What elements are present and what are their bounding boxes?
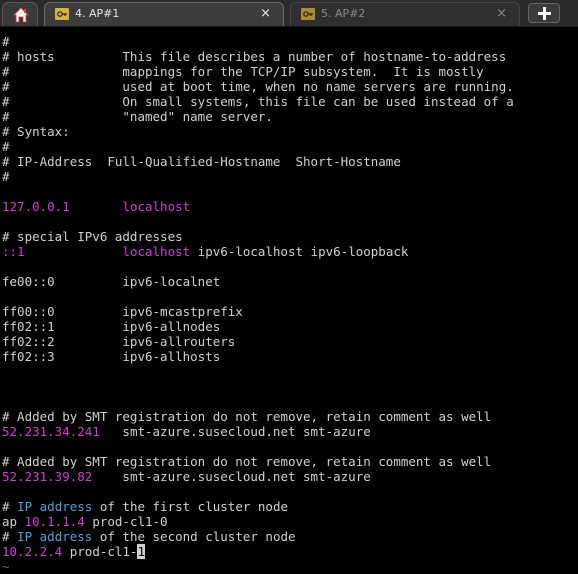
new-tab-button[interactable] [528, 3, 560, 23]
line-segment [70, 199, 123, 214]
line-segment: IP address [17, 499, 93, 514]
terminal-line: # "named" name server. [2, 109, 578, 124]
line-segment: prod-cl1- [62, 544, 138, 559]
line-segment: # On small systems, this file can be use… [2, 94, 514, 109]
line-segment: # special IPv6 addresses [2, 229, 183, 244]
line-segment: localhost [122, 199, 191, 214]
line-segment: # [2, 499, 18, 514]
terminal-line: ~ [2, 559, 578, 574]
terminal-line: # Added by SMT registration do not remov… [2, 454, 578, 469]
terminal-line: fe00::0 ipv6-localnet [2, 274, 578, 289]
terminal-line: # Syntax: [2, 124, 578, 139]
terminal-line: ::1 localhost ipv6-localhost ipv6-loopba… [2, 244, 578, 259]
line-segment: # used at boot time, when no name server… [2, 79, 514, 94]
line-segment: # [2, 529, 18, 544]
line-segment: 52.231.34.241 [2, 424, 100, 439]
line-segment: # [2, 34, 10, 49]
line-segment: localhost [122, 244, 191, 259]
home-icon [13, 7, 29, 23]
terminal-line: ff00::0 ipv6-mcastprefix [2, 304, 578, 319]
terminal-line: 10.2.2.4 prod-cl1-1 [2, 544, 578, 559]
line-segment: # hosts This file describes a number of … [2, 49, 507, 64]
terminal-line: # hosts This file describes a number of … [2, 49, 578, 64]
terminal-line: # IP address of the second cluster node [2, 529, 578, 544]
tab-bar: 4. AP#1 × 5. AP#2 × [0, 0, 578, 27]
terminal-line: # [2, 139, 578, 154]
line-segment: ap [2, 514, 25, 529]
key-icon [55, 8, 69, 20]
terminal-line: # special IPv6 addresses [2, 229, 578, 244]
line-segment: ::1 [2, 244, 25, 259]
terminal-line: ff02::3 ipv6-allhosts [2, 349, 578, 364]
terminal-line: # Added by SMT registration do not remov… [2, 409, 578, 424]
line-segment: 10.2.2.4 [2, 544, 63, 559]
terminal-editor[interactable]: # # hosts This file describes a number of… [0, 30, 578, 574]
terminal-line: # IP address of the first cluster node [2, 499, 578, 514]
terminal-line: 127.0.0.1 localhost [2, 199, 578, 214]
terminal-line: # [2, 34, 578, 49]
line-segment: IP address [17, 529, 93, 544]
empty-line-marker: ~ [2, 559, 10, 574]
tab-ap2[interactable]: 5. AP#2 × [290, 2, 520, 26]
line-segment: # [2, 169, 10, 184]
line-segment [25, 244, 123, 259]
key-icon [301, 8, 315, 20]
terminal-line: ap 10.1.1.4 prod-cl1-0 [2, 514, 578, 529]
terminal-line: # used at boot time, when no name server… [2, 79, 578, 94]
line-segment: smt-azure.susecloud.net smt-azure [99, 424, 371, 439]
terminal-line: # IP-Address Full-Qualified-Hostname Sho… [2, 154, 578, 169]
text-cursor: 1 [137, 544, 146, 559]
line-segment: ff02::2 ipv6-allrouters [2, 334, 236, 349]
tab-ap1[interactable]: 4. AP#1 × [44, 2, 284, 26]
terminal-line: # On small systems, this file can be use… [2, 94, 578, 109]
line-segment: # Added by SMT registration do not remov… [2, 409, 492, 424]
line-segment: ff02::3 ipv6-allhosts [2, 349, 221, 364]
line-segment: fe00::0 ipv6-localnet [2, 274, 221, 289]
line-segment: of the first cluster node [92, 499, 288, 514]
line-segment: # Added by SMT registration do not remov… [2, 454, 492, 469]
line-segment: ff00::0 ipv6-mcastprefix [2, 304, 243, 319]
terminal-line: 52.231.39.82 smt-azure.susecloud.net smt… [2, 469, 578, 484]
line-segment: 10.1.1.4 [24, 514, 85, 529]
line-segment: # mappings for the TCP/IP subsystem. It … [2, 64, 484, 79]
terminal-line: # [2, 169, 578, 184]
terminal-line: ff02::2 ipv6-allrouters [2, 334, 578, 349]
line-segment: 52.231.39.82 [2, 469, 93, 484]
line-segment: ipv6-localhost ipv6-loopback [190, 244, 409, 259]
terminal-line: ff02::1 ipv6-allnodes [2, 319, 578, 334]
terminal-line: 52.231.34.241 smt-azure.susecloud.net sm… [2, 424, 578, 439]
line-segment: # IP-Address Full-Qualified-Hostname Sho… [2, 154, 401, 169]
line-segment: of the second cluster node [92, 529, 296, 544]
line-segment: prod-cl1-0 [84, 514, 168, 529]
terminal-line: # mappings for the TCP/IP subsystem. It … [2, 64, 578, 79]
tab-close-button[interactable]: × [496, 3, 507, 25]
line-segment: # "named" name server. [2, 109, 273, 124]
tab-close-button[interactable]: × [260, 3, 271, 25]
home-button[interactable] [2, 2, 38, 26]
line-segment: # [2, 139, 10, 154]
tab-label: 4. AP#1 [75, 7, 120, 20]
line-segment: 127.0.0.1 [2, 199, 70, 214]
tab-label: 5. AP#2 [321, 7, 366, 20]
line-segment: # Syntax: [2, 124, 70, 139]
line-segment: smt-azure.susecloud.net smt-azure [92, 469, 371, 484]
line-segment: ff02::1 ipv6-allnodes [2, 319, 221, 334]
